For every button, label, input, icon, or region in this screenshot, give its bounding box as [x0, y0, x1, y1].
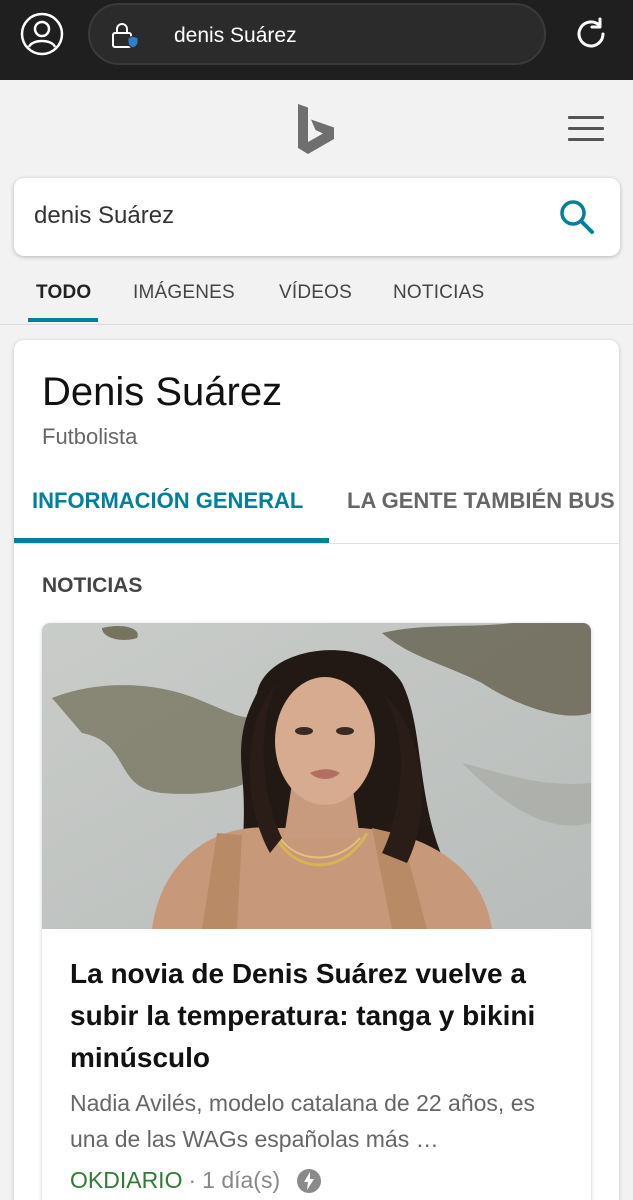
lightning-icon: [296, 1168, 322, 1194]
entity-tab-indicator: [14, 538, 329, 543]
address-bar[interactable]: denis Suárez: [88, 3, 546, 65]
news-image[interactable]: [42, 623, 591, 929]
tab-imagenes[interactable]: IMÁGENES: [133, 282, 235, 304]
news-title[interactable]: La novia de Denis Suárez vuelve a subir …: [70, 953, 575, 1079]
url-text[interactable]: denis Suárez: [174, 24, 297, 48]
lock-shield-icon[interactable]: [110, 21, 139, 51]
search-box: [14, 178, 620, 256]
active-tab-indicator: [28, 318, 98, 322]
entity-tabs: INFORMACIÓN GENERAL LA GENTE TAMBIÉN BUS: [14, 472, 619, 544]
tab-todo[interactable]: TODO: [36, 282, 91, 304]
entity-subtitle: Futbolista: [42, 424, 138, 449]
tab-noticias[interactable]: NOTICIAS: [393, 282, 484, 304]
browser-toolbar: denis Suárez: [0, 0, 633, 80]
tab-videos[interactable]: VÍDEOS: [279, 282, 352, 304]
tab-la-gente-tambien-busca[interactable]: LA GENTE TAMBIÉN BUS: [347, 488, 615, 514]
news-source[interactable]: OKDIARIO: [70, 1167, 182, 1194]
hamburger-icon[interactable]: [568, 116, 606, 144]
entity-title: Denis Suárez: [42, 370, 283, 414]
news-card[interactable]: La novia de Denis Suárez vuelve a subir …: [42, 623, 591, 1200]
search-icon[interactable]: [558, 198, 596, 236]
bing-header: [0, 80, 633, 178]
scope-tabs: TODO IMÁGENES VÍDEOS NOTICIAS: [0, 270, 633, 325]
tab-informacion-general[interactable]: INFORMACIÓN GENERAL: [32, 488, 303, 514]
refresh-icon[interactable]: [572, 15, 610, 53]
news-meta: OKDIARIO · 1 día(s): [70, 1167, 322, 1194]
profile-icon[interactable]: [20, 12, 64, 56]
news-snippet: Nadia Avilés, modelo catalana de 22 años…: [70, 1090, 535, 1152]
news-section-heading: NOTICIAS: [42, 574, 143, 597]
search-input[interactable]: [34, 196, 534, 236]
bing-logo[interactable]: [296, 104, 336, 154]
news-time: 1 día(s): [202, 1167, 281, 1193]
entity-card: Denis Suárez Futbolista INFORMACIÓN GENE…: [14, 340, 619, 1200]
news-separator: ·: [188, 1167, 197, 1193]
